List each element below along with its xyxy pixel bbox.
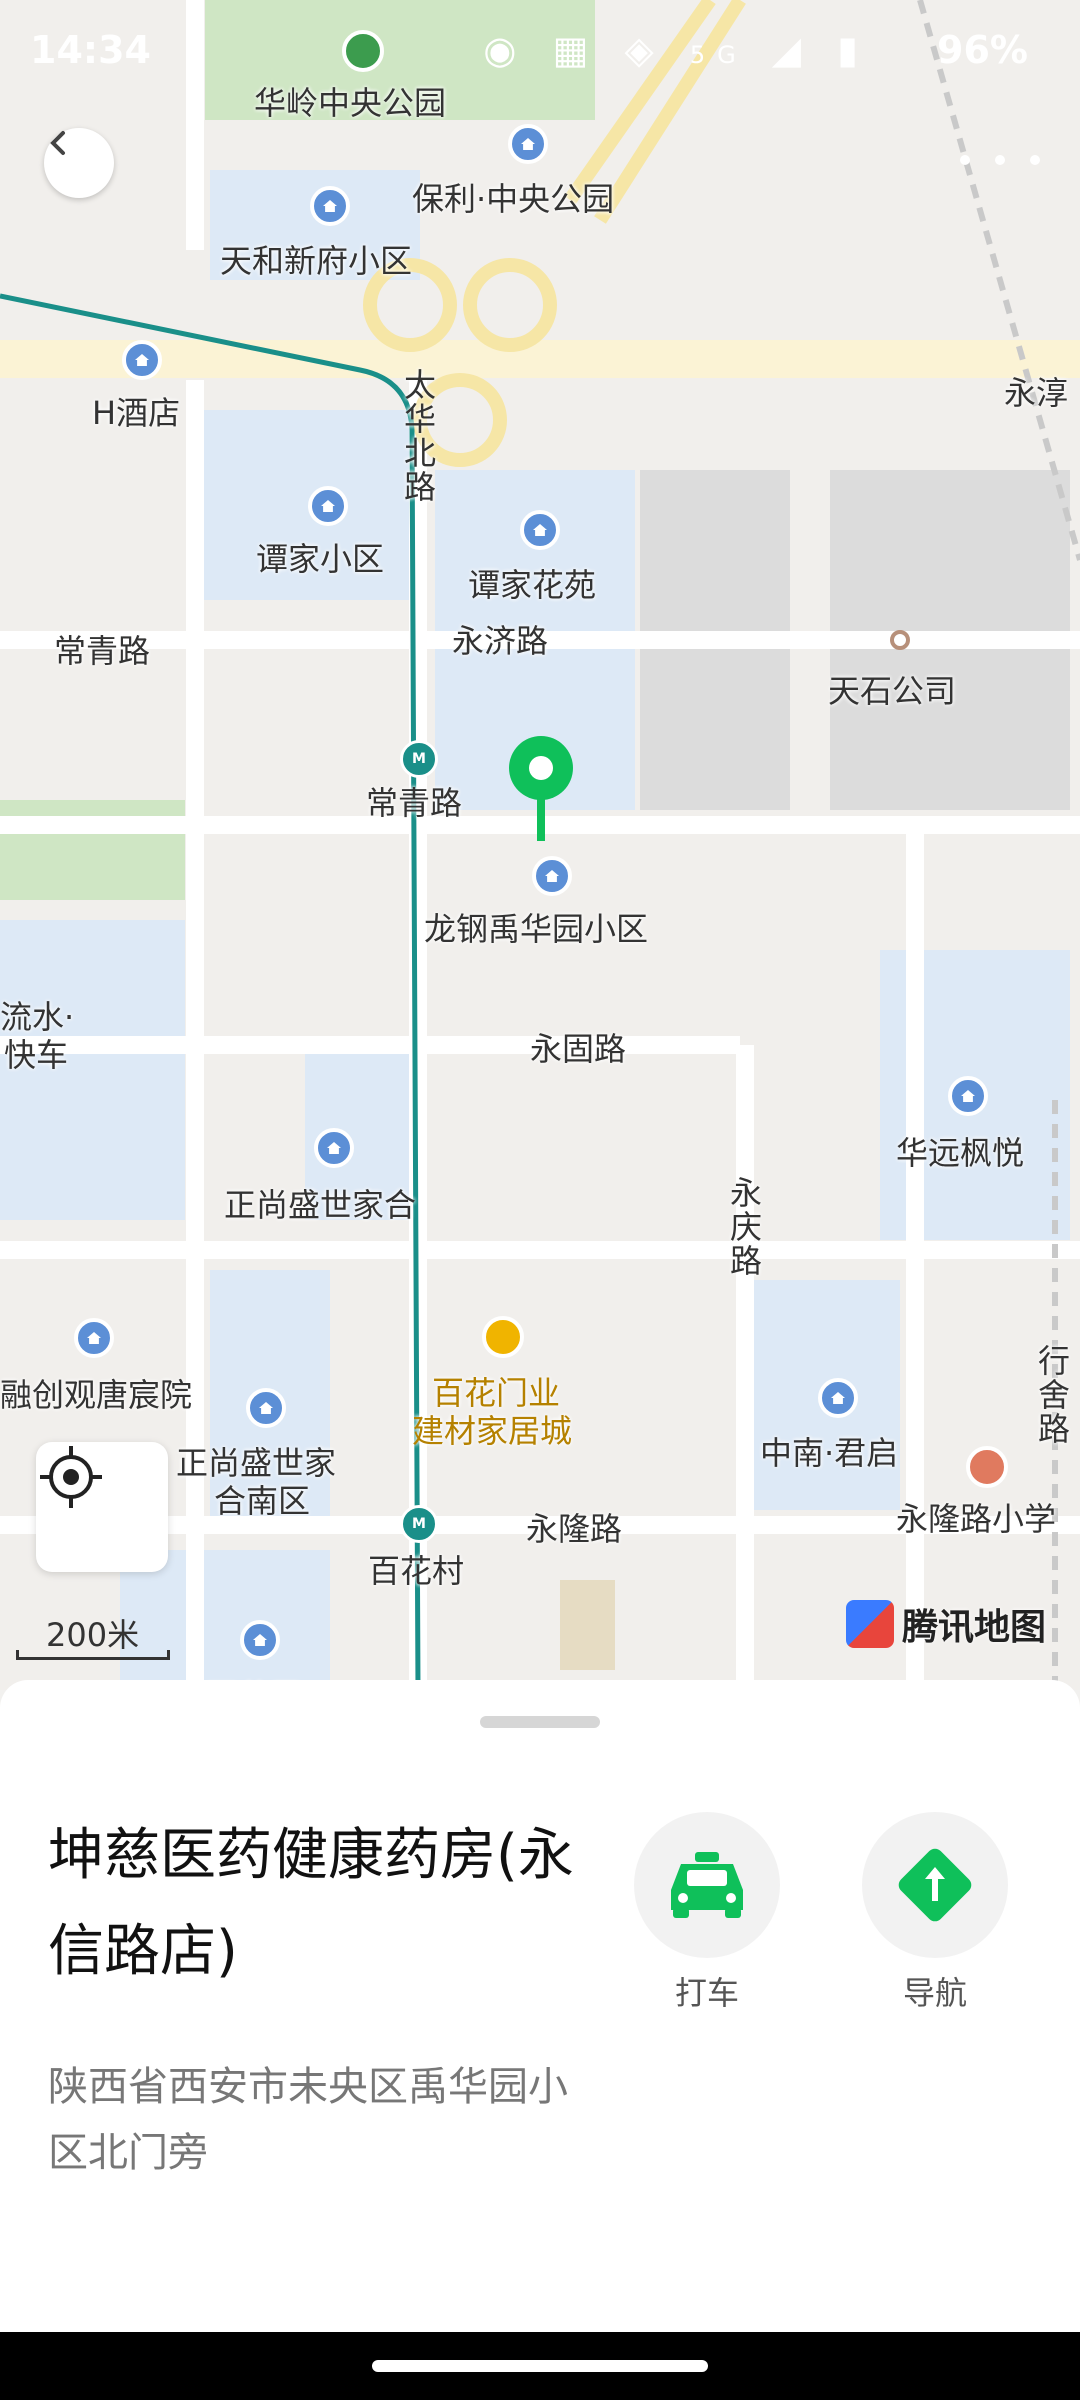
station-label: 常青路 xyxy=(366,784,463,822)
road-label: 常青路 xyxy=(54,632,151,670)
road-label: 永济路 xyxy=(452,622,549,660)
navigate-label: 导航 xyxy=(902,1974,967,2012)
map-label: 融创观唐宸院 xyxy=(0,1376,193,1414)
more-button[interactable] xyxy=(960,140,1040,180)
poi-marker[interactable] xyxy=(122,340,162,380)
map-label: 永隆路小学 xyxy=(896,1500,1057,1538)
poi-marker[interactable] xyxy=(532,856,572,896)
poi-marker[interactable] xyxy=(308,486,348,526)
poi-marker[interactable] xyxy=(314,1128,354,1168)
station-label: 百花村 xyxy=(368,1552,465,1590)
metro-station-icon[interactable]: M xyxy=(400,740,438,778)
road-label: 永庆路 xyxy=(725,1176,763,1278)
place-address: 陕西省西安市未央区禹华园小区北门旁 xyxy=(48,2064,568,2176)
road-label: 永固路 xyxy=(530,1030,627,1068)
map-label: 合南区 xyxy=(214,1482,311,1520)
school-poi-icon[interactable] xyxy=(966,1446,1008,1488)
road-label: 太华北路 xyxy=(399,368,437,504)
chevron-left-icon xyxy=(50,131,65,155)
crosshair-icon xyxy=(40,1446,102,1508)
taxi-label: 打车 xyxy=(674,1974,739,2012)
locate-button[interactable] xyxy=(36,1442,168,1572)
map-label: 永淳 xyxy=(1004,374,1069,412)
map-label: 龙钢禹华园小区 xyxy=(424,910,649,948)
map-label: 保利·中央公园 xyxy=(412,180,615,218)
poi-marker[interactable] xyxy=(520,510,560,550)
location-pin-icon[interactable] xyxy=(508,735,574,841)
battery-label: 96% xyxy=(937,28,1028,72)
tencent-map-logo-icon xyxy=(846,1600,894,1648)
brand-label: 腾讯地图 xyxy=(902,1607,1047,1648)
navigate-button[interactable]: 导航 xyxy=(862,1812,1008,2014)
map-label: 谭家花苑 xyxy=(468,566,597,604)
system-nav-bar xyxy=(0,2332,1080,2400)
poi-marker[interactable] xyxy=(818,1378,858,1418)
scale-bar xyxy=(16,1650,170,1660)
map-label: 天石公司 xyxy=(828,672,957,710)
home-indicator[interactable] xyxy=(372,2360,708,2372)
road-label: 永隆路 xyxy=(526,1510,623,1548)
poi-marker[interactable] xyxy=(74,1318,114,1358)
status-bar: 14:34 ◉ ▦ ◈ 5G ◢ ▮ 96% xyxy=(0,0,1080,100)
poi-marker[interactable] xyxy=(508,124,548,164)
poi-marker[interactable] xyxy=(246,1388,286,1428)
map-label: H酒店 xyxy=(92,394,181,432)
car-icon xyxy=(671,1852,743,1918)
map-label: 中南·君启 xyxy=(760,1434,899,1472)
poi-marker[interactable] xyxy=(310,186,350,226)
company-poi-icon[interactable] xyxy=(890,630,910,650)
map-brand: 腾讯地图 xyxy=(846,1598,1046,1650)
status-icons: ◉ ▦ ◈ 5G ◢ ▮ xyxy=(483,28,870,72)
map-view[interactable]: M M 华岭中央公园 保利·中央公园 天和新府小区 H酒店 永淳 太华北路 谭家… xyxy=(0,0,1080,1690)
status-time: 14:34 xyxy=(30,28,151,72)
map-label: 正尚盛世家合 xyxy=(224,1186,417,1224)
drag-handle[interactable] xyxy=(480,1716,600,1728)
network-label: 5G xyxy=(689,41,748,69)
back-button[interactable] xyxy=(44,128,114,198)
map-label: 谭家小区 xyxy=(256,540,385,578)
map-label: 天和新府小区 xyxy=(220,242,413,280)
poi-marker[interactable] xyxy=(240,1620,280,1660)
place-title: 坤慈医药健康药房(永信路店) xyxy=(48,1823,574,1984)
place-detail-sheet[interactable]: 坤慈医药健康药房(永信路店) 陕西省西安市未央区禹华园小区北门旁 打车 导航 xyxy=(0,1680,1080,2332)
navigation-icon xyxy=(898,1848,972,1922)
metro-station-icon[interactable]: M xyxy=(400,1505,438,1543)
map-label: 快车 xyxy=(4,1036,69,1074)
map-scale: 200米 xyxy=(16,1610,172,1660)
road-label: 行舍路 xyxy=(1033,1344,1071,1446)
map-label: 建材家居城 xyxy=(412,1412,573,1450)
taxi-button[interactable]: 打车 xyxy=(634,1812,780,2014)
poi-marker[interactable] xyxy=(948,1076,988,1116)
store-poi-icon[interactable] xyxy=(482,1316,524,1358)
map-label: 华远枫悦 xyxy=(896,1134,1025,1172)
